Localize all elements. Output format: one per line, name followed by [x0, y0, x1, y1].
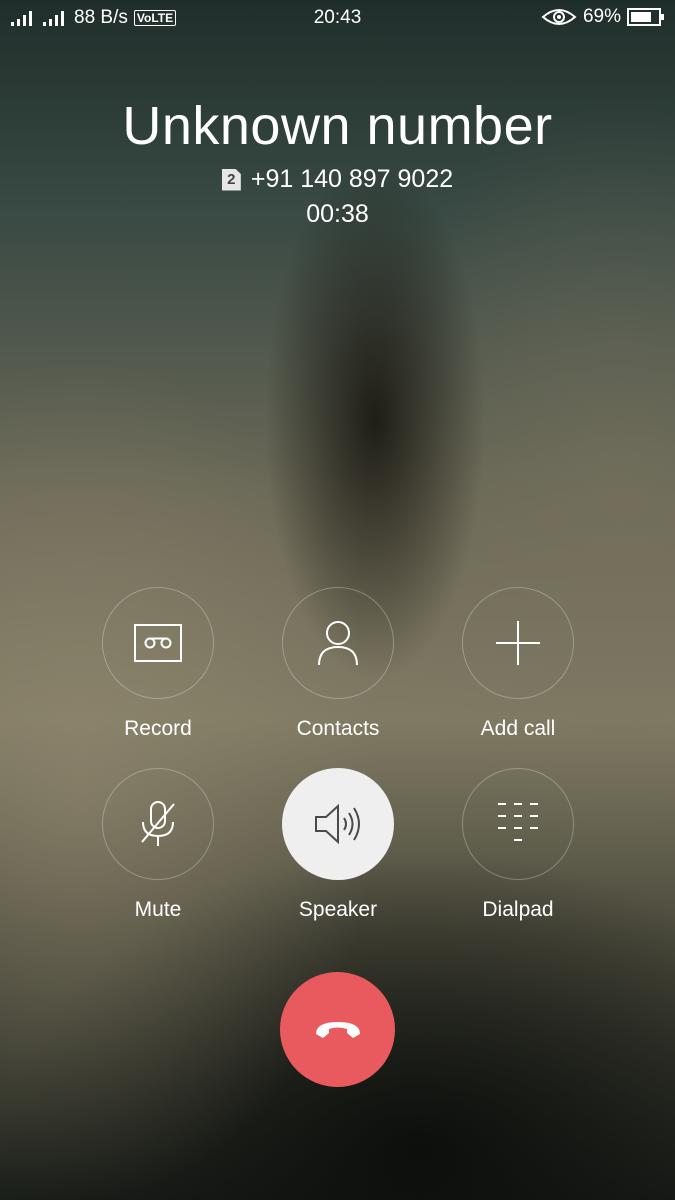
mute-button[interactable]: Mute [68, 768, 248, 922]
dialpad-button[interactable]: Dialpad [428, 768, 608, 922]
mute-icon [141, 801, 175, 846]
status-bar: 88 B/s VoLTE 20:43 69% [0, 0, 675, 36]
mute-label: Mute [134, 898, 182, 921]
add-call-circle[interactable] [462, 587, 574, 699]
record-label: Record [124, 717, 192, 740]
speaker-icon [315, 803, 360, 845]
caller-name: Unknown number [122, 96, 553, 156]
record-icon [134, 624, 182, 662]
end-call-button[interactable] [280, 972, 395, 1087]
signal-icon [43, 11, 64, 26]
contacts-icon [318, 621, 358, 666]
number-row: 2 +91 140 897 9022 [0, 165, 675, 194]
mute-circle[interactable] [102, 768, 214, 880]
volte-badge: VoLTE [133, 10, 177, 26]
record-circle[interactable] [102, 587, 214, 699]
add-call-label: Add call [480, 717, 556, 740]
contacts-button[interactable]: Contacts [248, 587, 428, 741]
add-call-icon [496, 621, 540, 665]
speaker-button[interactable]: Speaker [248, 768, 428, 922]
call-duration: 00:38 [306, 200, 369, 228]
contacts-label: Contacts [296, 717, 380, 740]
record-button[interactable]: Record [68, 587, 248, 741]
status-right: 69% [541, 6, 665, 28]
speaker-label: Speaker [298, 898, 378, 921]
signal-icon [11, 11, 32, 26]
data-speed: 88 B/s [74, 7, 128, 28]
sim-slot-badge: 2 [221, 168, 241, 191]
caller-info: Unknown number 2 +91 140 897 9022 00:38 [0, 95, 675, 229]
dialpad-label: Dialpad [482, 898, 554, 921]
dialpad-circle[interactable] [462, 768, 574, 880]
eye-icon [541, 9, 577, 25]
add-call-button[interactable]: Add call [428, 587, 608, 741]
speaker-circle[interactable] [282, 768, 394, 880]
battery-percent: 69% [582, 6, 621, 27]
battery-icon [627, 8, 664, 26]
status-left: 88 B/s VoLTE [10, 7, 177, 29]
phone-number: +91 140 897 9022 [250, 165, 454, 193]
dialpad-icon [498, 803, 538, 841]
end-call-icon [315, 1021, 360, 1038]
contacts-circle[interactable] [282, 587, 394, 699]
